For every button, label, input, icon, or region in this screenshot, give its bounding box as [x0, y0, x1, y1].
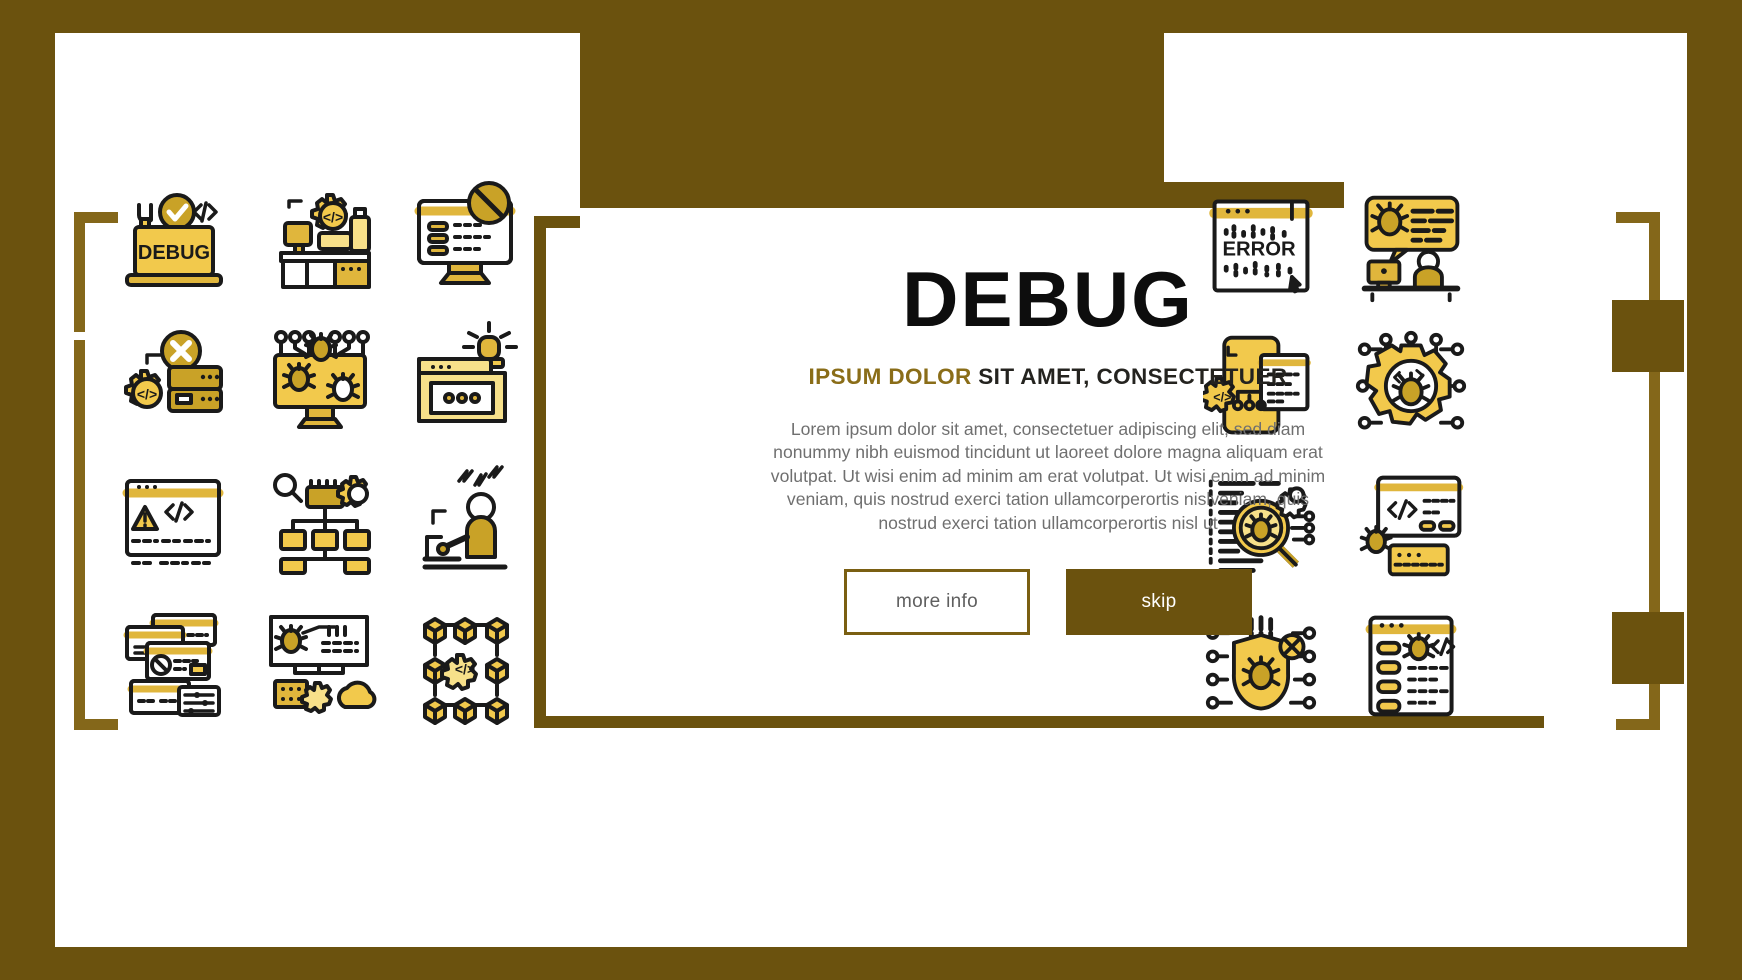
subtitle-accent: IPSUM DOLOR: [808, 364, 972, 389]
blockchain-code-nodes-icon: </>: [392, 594, 538, 736]
rail-left: [74, 340, 85, 690]
flowchart-search-gear-icon: [246, 452, 392, 594]
folder-alert-siren-icon: [392, 310, 538, 452]
cta-button-row: more info skip: [844, 568, 1252, 635]
page-root: DEBUG </> </> </> ERROR </> DEBUG IPSUM …: [0, 0, 1742, 980]
svg-text:</>: </>: [323, 209, 343, 225]
developer-stress-icon: [392, 452, 538, 594]
workstation-code-gear-icon: </>: [246, 168, 392, 310]
windows-blocked-settings-icon: [100, 594, 246, 736]
rail-left-top: [74, 212, 85, 332]
top-brown-tab: [580, 0, 1164, 208]
monitor-bugs-circuit-icon: [246, 310, 392, 452]
more-info-button[interactable]: more info: [844, 568, 1030, 635]
laptop-debug-icon: DEBUG: [100, 168, 246, 310]
page-subtitle: IPSUM DOLOR SIT AMET, CONSECTETUER: [808, 364, 1287, 390]
hero-content: DEBUG IPSUM DOLOR SIT AMET, CONSECTETUER…: [558, 232, 1538, 716]
brown-notch-lower-right: [1612, 612, 1684, 684]
monitor-blocked-code-icon: [392, 168, 538, 310]
left-icon-grid: DEBUG </> </> </>: [100, 168, 538, 736]
page-title: DEBUG: [902, 255, 1194, 343]
corner-bracket-bottom-right: [1616, 686, 1660, 730]
browser-warning-code-icon: [100, 452, 246, 594]
bug-diagram-cloud-server-icon: [246, 594, 392, 736]
svg-text:</>: </>: [137, 386, 157, 402]
skip-button[interactable]: skip: [1066, 568, 1252, 635]
svg-text:DEBUG: DEBUG: [138, 242, 210, 264]
body-paragraph: Lorem ipsum dolor sit amet, consectetuer…: [770, 419, 1326, 533]
svg-text:</>: </>: [455, 661, 475, 677]
server-error-gear-icon: </>: [100, 310, 246, 452]
brown-notch-upper-right: [1612, 300, 1684, 372]
subtitle-rest: SIT AMET, CONSECTETUER: [971, 364, 1288, 389]
